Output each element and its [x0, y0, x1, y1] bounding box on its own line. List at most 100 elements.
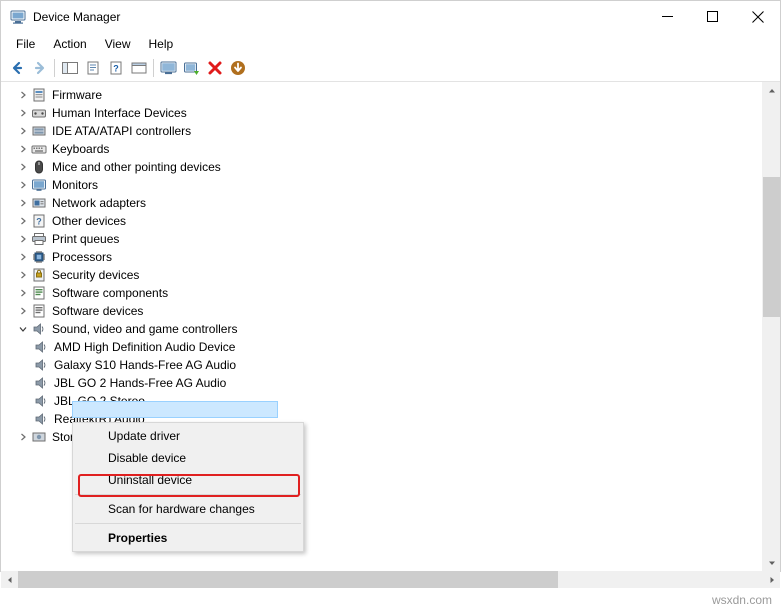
chevron-down-icon[interactable] — [15, 320, 31, 338]
scroll-right-button[interactable] — [763, 571, 780, 588]
tree-item-software-components[interactable]: Software components — [1, 284, 762, 302]
question-mark-icon[interactable]: ? — [104, 57, 127, 79]
audio-device-icon — [33, 393, 49, 409]
menu-view[interactable]: View — [96, 35, 140, 53]
chevron-right-icon[interactable] — [15, 122, 31, 140]
monitor-scan-icon[interactable] — [157, 57, 180, 79]
svg-text:?: ? — [36, 217, 42, 227]
svg-text:?: ? — [113, 64, 119, 74]
context-menu-item-update-driver[interactable]: Update driver — [73, 425, 303, 447]
tree-item-other-devices[interactable]: ? Other devices — [1, 212, 762, 230]
ide-controller-icon — [31, 123, 47, 139]
console-tree-icon[interactable] — [58, 57, 81, 79]
tree-item-firmware[interactable]: Firmware — [1, 86, 762, 104]
titlebar: Device Manager — [1, 1, 780, 33]
chevron-right-icon[interactable] — [15, 428, 31, 446]
statusbar: wsxdn.com — [1, 588, 780, 610]
menubar: File Action View Help — [1, 33, 780, 55]
audio-device-icon — [33, 375, 49, 391]
caption-buttons — [645, 1, 780, 32]
tree-item-jbl-go-2-hands-free-ag-audio[interactable]: JBL GO 2 Hands-Free AG Audio — [1, 374, 762, 392]
tree-item-sound-video-and-game-controllers[interactable]: Sound, video and game controllers — [1, 320, 762, 338]
audio-device-icon — [33, 339, 49, 355]
selected-row-highlight — [72, 401, 278, 418]
back-button[interactable] — [5, 57, 28, 79]
chevron-right-icon[interactable] — [15, 266, 31, 284]
red-x-icon[interactable] — [203, 57, 226, 79]
close-button[interactable] — [735, 1, 780, 32]
chevron-right-icon[interactable] — [15, 194, 31, 212]
chevron-right-icon[interactable] — [15, 104, 31, 122]
vertical-scrollbar[interactable] — [762, 82, 780, 571]
tree-item-amd-high-definition-audio-device[interactable]: AMD High Definition Audio Device — [1, 338, 762, 356]
tree-item-processors[interactable]: Processors — [1, 248, 762, 266]
software-device-icon — [31, 303, 47, 319]
device-manager-icon — [10, 9, 26, 25]
tree-item-label: Software devices — [52, 304, 144, 318]
context-menu-item-scan-for-hardware-changes[interactable]: Scan for hardware changes — [73, 498, 303, 520]
tree-item-label: AMD High Definition Audio Device — [54, 340, 236, 354]
network-adapter-icon — [31, 195, 47, 211]
forward-button[interactable] — [28, 57, 51, 79]
processor-icon — [31, 249, 47, 265]
chevron-right-icon[interactable] — [15, 86, 31, 104]
tree-content-area: Firmware Human Interface Devices IDE ATA… — [1, 82, 780, 571]
chevron-right-icon[interactable] — [15, 248, 31, 266]
menu-help[interactable]: Help — [140, 35, 183, 53]
horizontal-scrollbar[interactable] — [1, 571, 780, 588]
chevron-right-icon[interactable] — [15, 230, 31, 248]
tree-item-software-devices[interactable]: Software devices — [1, 302, 762, 320]
keyboard-icon — [31, 141, 47, 157]
context-menu-item-uninstall-device[interactable]: Uninstall device — [73, 469, 303, 491]
maximize-button[interactable] — [690, 1, 735, 32]
tree-item-galaxy-s10-hands-free-ag-audio[interactable]: Galaxy S10 Hands-Free AG Audio — [1, 356, 762, 374]
menu-action[interactable]: Action — [44, 35, 95, 53]
tree-item-human-interface-devices[interactable]: Human Interface Devices — [1, 104, 762, 122]
tree-item-monitors[interactable]: Monitors — [1, 176, 762, 194]
chevron-right-icon[interactable] — [15, 284, 31, 302]
minimize-button[interactable] — [645, 1, 690, 32]
tree-item-mice-and-other-pointing-devices[interactable]: Mice and other pointing devices — [1, 158, 762, 176]
horizontal-scroll-thumb[interactable] — [18, 571, 558, 588]
properties-icon[interactable] — [81, 57, 104, 79]
toolbar: ? — [1, 55, 780, 82]
menu-file[interactable]: File — [7, 35, 44, 53]
tree-item-print-queues[interactable]: Print queues — [1, 230, 762, 248]
context-menu-separator-2 — [75, 523, 301, 524]
vertical-scroll-thumb[interactable] — [763, 177, 780, 317]
scroll-left-button[interactable] — [1, 571, 18, 588]
mouse-icon — [31, 159, 47, 175]
tree-item-ide-ata-atapi-controllers[interactable]: IDE ATA/ATAPI controllers — [1, 122, 762, 140]
firmware-icon — [31, 87, 47, 103]
software-component-icon — [31, 285, 47, 301]
context-menu[interactable]: Update driver Disable device Uninstall d… — [72, 422, 304, 552]
tree-item-network-adapters[interactable]: Network adapters — [1, 194, 762, 212]
chevron-right-icon[interactable] — [15, 140, 31, 158]
tree-item-keyboards[interactable]: Keyboards — [1, 140, 762, 158]
chevron-right-icon[interactable] — [15, 302, 31, 320]
chevron-right-icon[interactable] — [15, 212, 31, 230]
tree-item-label: Monitors — [52, 178, 99, 192]
security-device-icon — [31, 267, 47, 283]
monitor-icon — [31, 177, 47, 193]
chevron-right-icon[interactable] — [15, 176, 31, 194]
watermark-text: wsxdn.com — [711, 593, 772, 607]
update-driver-icon[interactable] — [180, 57, 203, 79]
toolbar-separator-2 — [153, 59, 154, 77]
tree-item-security-devices[interactable]: Security devices — [1, 266, 762, 284]
chevron-right-icon[interactable] — [15, 158, 31, 176]
context-menu-separator — [75, 494, 301, 495]
window-title: Device Manager — [33, 9, 121, 24]
context-menu-item-disable-device[interactable]: Disable device — [73, 447, 303, 469]
tree-item-label: Network adapters — [52, 196, 147, 210]
hid-icon — [31, 105, 47, 121]
scroll-up-button[interactable] — [763, 82, 780, 99]
tree-item-label: Other devices — [52, 214, 127, 228]
print-queue-icon — [31, 231, 47, 247]
view-window-icon[interactable] — [127, 57, 150, 79]
device-manager-window: Device Manager File Action View Help ? F… — [0, 0, 781, 610]
down-arrow-circle-icon[interactable] — [226, 57, 249, 79]
scroll-down-button[interactable] — [763, 554, 780, 571]
context-menu-item-properties[interactable]: Properties — [73, 527, 303, 549]
device-tree[interactable]: Firmware Human Interface Devices IDE ATA… — [1, 82, 762, 571]
